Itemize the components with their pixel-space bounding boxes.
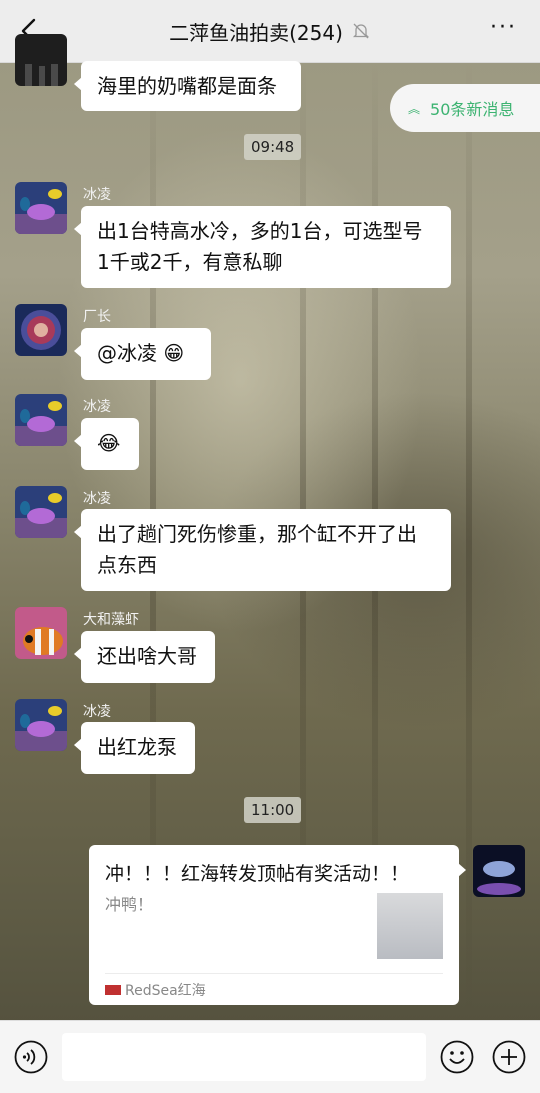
input-bar xyxy=(0,1020,540,1093)
mute-icon xyxy=(352,23,369,39)
avatar[interactable] xyxy=(473,845,525,897)
plus-icon[interactable] xyxy=(492,1040,526,1074)
link-card-title: 冲！！！红海转发顶帖有奖活动！！ xyxy=(105,863,410,885)
chat-header: 二萍鱼油拍卖(254) ··· xyxy=(0,0,540,63)
more-icon[interactable]: ··· xyxy=(490,17,520,42)
message-bubble: 😂 xyxy=(74,418,139,470)
double-chevron-up-icon: ︽ xyxy=(408,101,421,116)
message-bubble: 出红龙泵 xyxy=(74,722,195,774)
message-bubble: 出1台特高水冷，多的1台，可选型号1千或2千，有意私聊 xyxy=(74,206,451,288)
new-messages-label: 50条新消息 xyxy=(430,100,515,119)
avatar[interactable] xyxy=(15,394,67,446)
emoji-icon[interactable] xyxy=(440,1040,474,1074)
sender-name: 冰凌 xyxy=(83,491,111,507)
timestamp: 09:48 xyxy=(244,134,302,160)
sender-name: 冰凌 xyxy=(83,399,111,415)
chat-title: 二萍鱼油拍卖(254) xyxy=(169,20,343,45)
sender-name: 冰凌 xyxy=(83,704,111,720)
avatar[interactable] xyxy=(15,699,67,751)
link-card-source-label: RedSea红海 xyxy=(125,983,206,999)
sender-name: 大和藻虾 xyxy=(83,612,139,628)
divider xyxy=(105,973,443,974)
message-bubble: @冰凌 😁 xyxy=(74,328,211,380)
voice-icon[interactable] xyxy=(14,1040,48,1074)
avatar[interactable] xyxy=(15,304,67,356)
link-card[interactable]: 冲！！！红海转发顶帖有奖活动！！ 冲鸭！ RedSea红海 xyxy=(89,845,466,1005)
message-bubble: 海里的奶嘴都是面条 xyxy=(74,61,301,111)
avatar[interactable] xyxy=(15,486,67,538)
message-bubble: 还出啥大哥 xyxy=(74,631,215,683)
timestamp: 11:00 xyxy=(244,797,302,823)
new-messages-button[interactable]: ︽ 50条新消息 xyxy=(390,84,540,132)
sender-name: 厂长 xyxy=(83,309,111,325)
link-card-thumbnail xyxy=(377,893,443,959)
message-input[interactable] xyxy=(62,1033,426,1081)
sender-name: 冰凌 xyxy=(83,187,111,203)
message-bubble: 出了趟门死伤惨重，那个缸不开了出点东西 xyxy=(74,509,451,591)
source-logo-icon xyxy=(105,985,121,995)
link-card-description: 冲鸭！ xyxy=(105,895,154,914)
link-card-source: RedSea红海 xyxy=(105,980,206,1000)
avatar[interactable] xyxy=(15,34,67,86)
avatar[interactable] xyxy=(15,182,67,234)
avatar[interactable] xyxy=(15,607,67,659)
